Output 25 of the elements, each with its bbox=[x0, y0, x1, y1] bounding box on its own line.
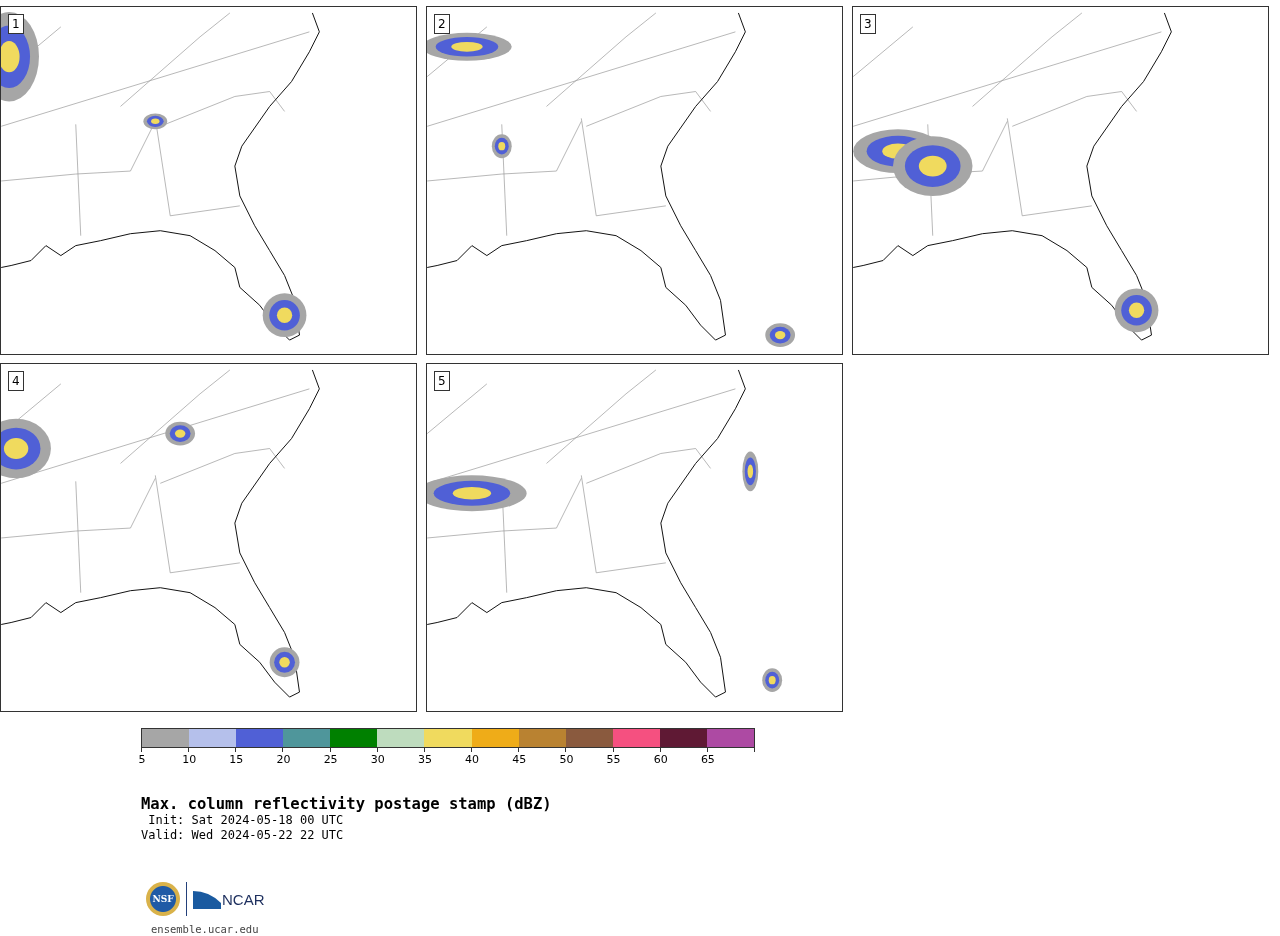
tick-label: 20 bbox=[276, 753, 291, 766]
logo-text: NCAR bbox=[222, 890, 265, 908]
panel-number: 4 bbox=[8, 371, 24, 391]
panel-number: 5 bbox=[434, 371, 450, 391]
tick-label: 50 bbox=[559, 753, 574, 766]
tick-label: 10 bbox=[182, 753, 197, 766]
tick-label: 35 bbox=[417, 753, 432, 766]
chart-title: Max. column reflectivity postage stamp (dBZ) bbox=[141, 796, 553, 813]
tick-label: 25 bbox=[323, 753, 338, 766]
tick-label: 15 bbox=[229, 753, 244, 766]
panel-number: 2 bbox=[434, 14, 450, 34]
site-url: ensemble.ucar.edu bbox=[151, 923, 260, 935]
tick-label: 30 bbox=[370, 753, 385, 766]
init-time: Init: Sat 2024-05-18 00 UTC bbox=[147, 813, 345, 828]
tick-label: 40 bbox=[465, 753, 480, 766]
tick-label: 55 bbox=[606, 753, 621, 766]
panel-number: 1 bbox=[8, 14, 24, 34]
tick-label: 45 bbox=[512, 753, 527, 766]
panel-number: 3 bbox=[860, 14, 876, 34]
swoosh-logo-icon bbox=[193, 889, 221, 909]
tick-label: 5 bbox=[138, 753, 146, 766]
seal-logo: NSF bbox=[146, 882, 180, 916]
tick-label: 60 bbox=[653, 753, 668, 766]
tick-label: 65 bbox=[700, 753, 715, 766]
valid-time: Valid: Wed 2024-05-22 22 UTC bbox=[141, 828, 345, 843]
